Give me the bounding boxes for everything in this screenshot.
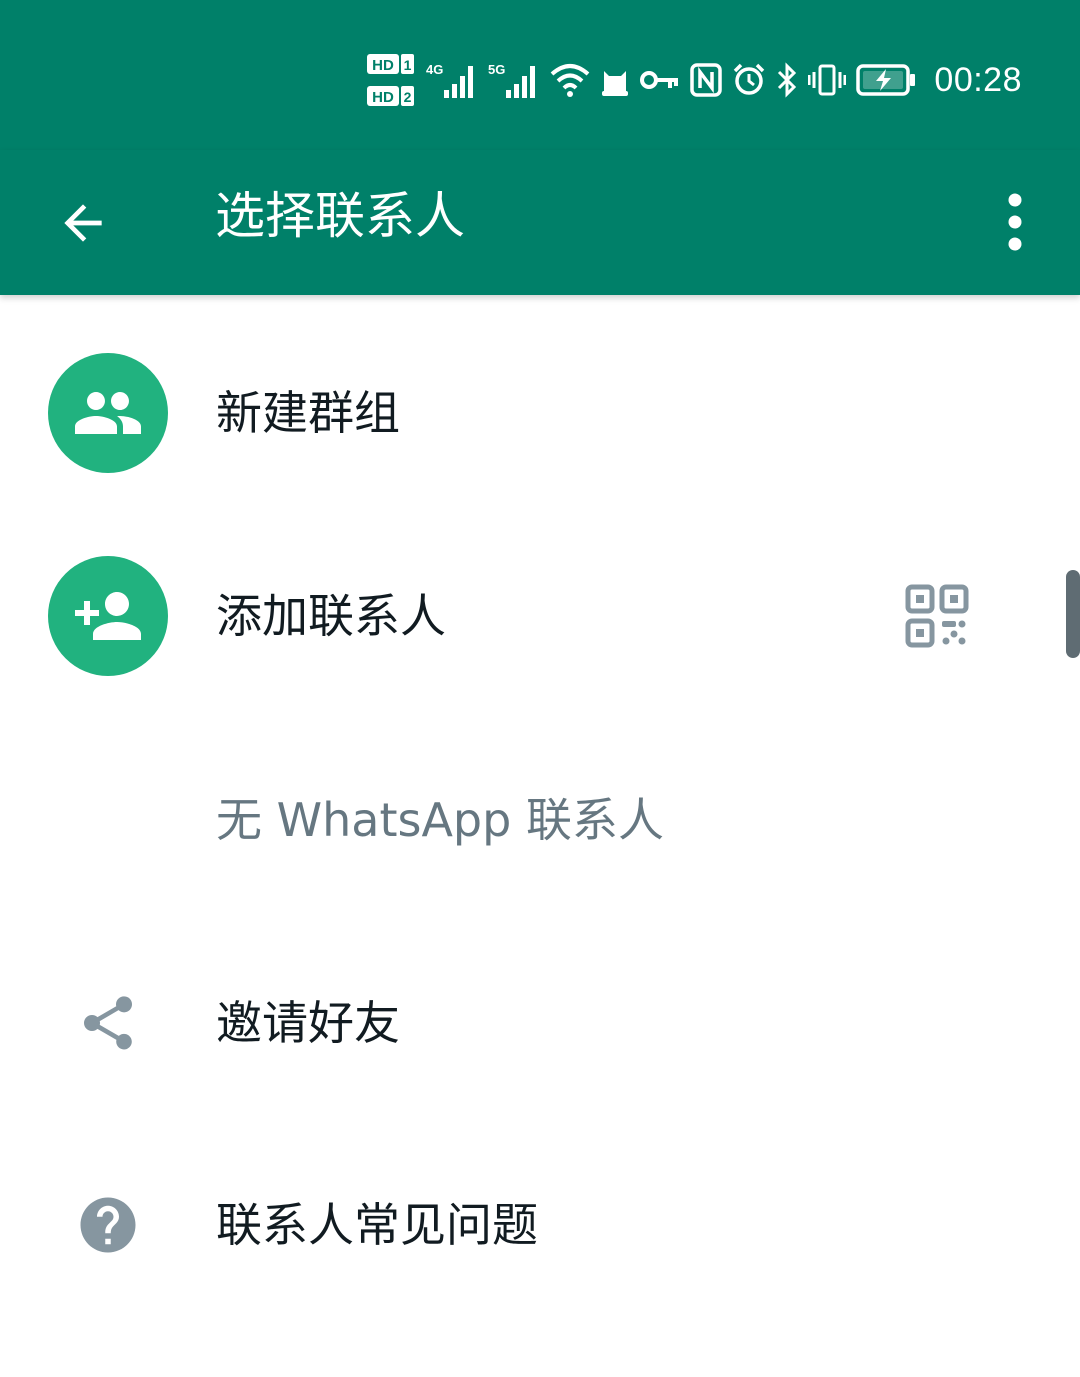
back-button[interactable] (48, 188, 118, 258)
key-icon (640, 71, 679, 89)
add-contact-avatar (48, 556, 168, 676)
add-contact-item[interactable]: 添加联系人 (0, 556, 1080, 756)
sim2-slot: 2 (404, 89, 412, 105)
help-icon-wrap (72, 1189, 144, 1261)
nfc-icon (690, 63, 723, 97)
no-contacts-label: 无 WhatsApp 联系人 (216, 793, 664, 847)
new-group-avatar (48, 353, 168, 473)
contacts-help-label: 联系人常见问题 (216, 1198, 538, 1252)
bluetooth-icon (778, 62, 797, 98)
qr-code-button[interactable] (902, 581, 972, 651)
net1-label: 4G (426, 62, 443, 77)
more-options-button[interactable] (990, 184, 1040, 260)
wifi-icon (551, 64, 590, 97)
invite-friends-item[interactable]: 邀请好友 (0, 975, 1080, 1175)
sim1-label: HD (373, 57, 395, 74)
net2-label: 5G (488, 62, 505, 77)
scrollbar[interactable] (1066, 570, 1080, 658)
share-icon (84, 996, 132, 1050)
no-contacts-message: 无 WhatsApp 联系人 (0, 790, 1080, 990)
alarm-icon (734, 63, 765, 95)
sim1-slot: 1 (404, 57, 412, 73)
contacts-help-item[interactable]: 联系人常见问题 (0, 1177, 1080, 1377)
qr-code-icon (905, 584, 969, 648)
arrow-left-icon (64, 204, 102, 242)
add-contact-label: 添加联系人 (216, 589, 446, 643)
new-group-item[interactable]: 新建群组 (0, 353, 1080, 553)
group-icon (75, 392, 141, 434)
help-icon (80, 1197, 136, 1253)
cat-icon (602, 71, 629, 96)
battery-charging-icon (856, 64, 916, 96)
app-bar: 选择联系人 (0, 150, 1080, 295)
vibrate-icon (808, 64, 847, 96)
invite-icon-wrap (72, 987, 144, 1059)
person-add-icon (75, 592, 141, 640)
new-group-label: 新建群组 (216, 386, 400, 440)
status-icons: HD 1 HD 2 4G 5G 00:28 (366, 52, 1022, 108)
page-title: 选择联系人 (215, 187, 465, 245)
sim-hd-icon: HD 1 HD 2 (367, 54, 415, 106)
signal-5g-icon: 5G (488, 62, 536, 98)
sim2-label: HD (373, 89, 395, 106)
status-bar: HD 1 HD 2 4G 5G 00:28 (0, 0, 1080, 150)
invite-friends-label: 邀请好友 (216, 996, 400, 1050)
more-vertical-icon (1008, 193, 1022, 251)
clock: 00:28 (934, 60, 1022, 99)
signal-4g-icon: 4G (426, 62, 474, 98)
